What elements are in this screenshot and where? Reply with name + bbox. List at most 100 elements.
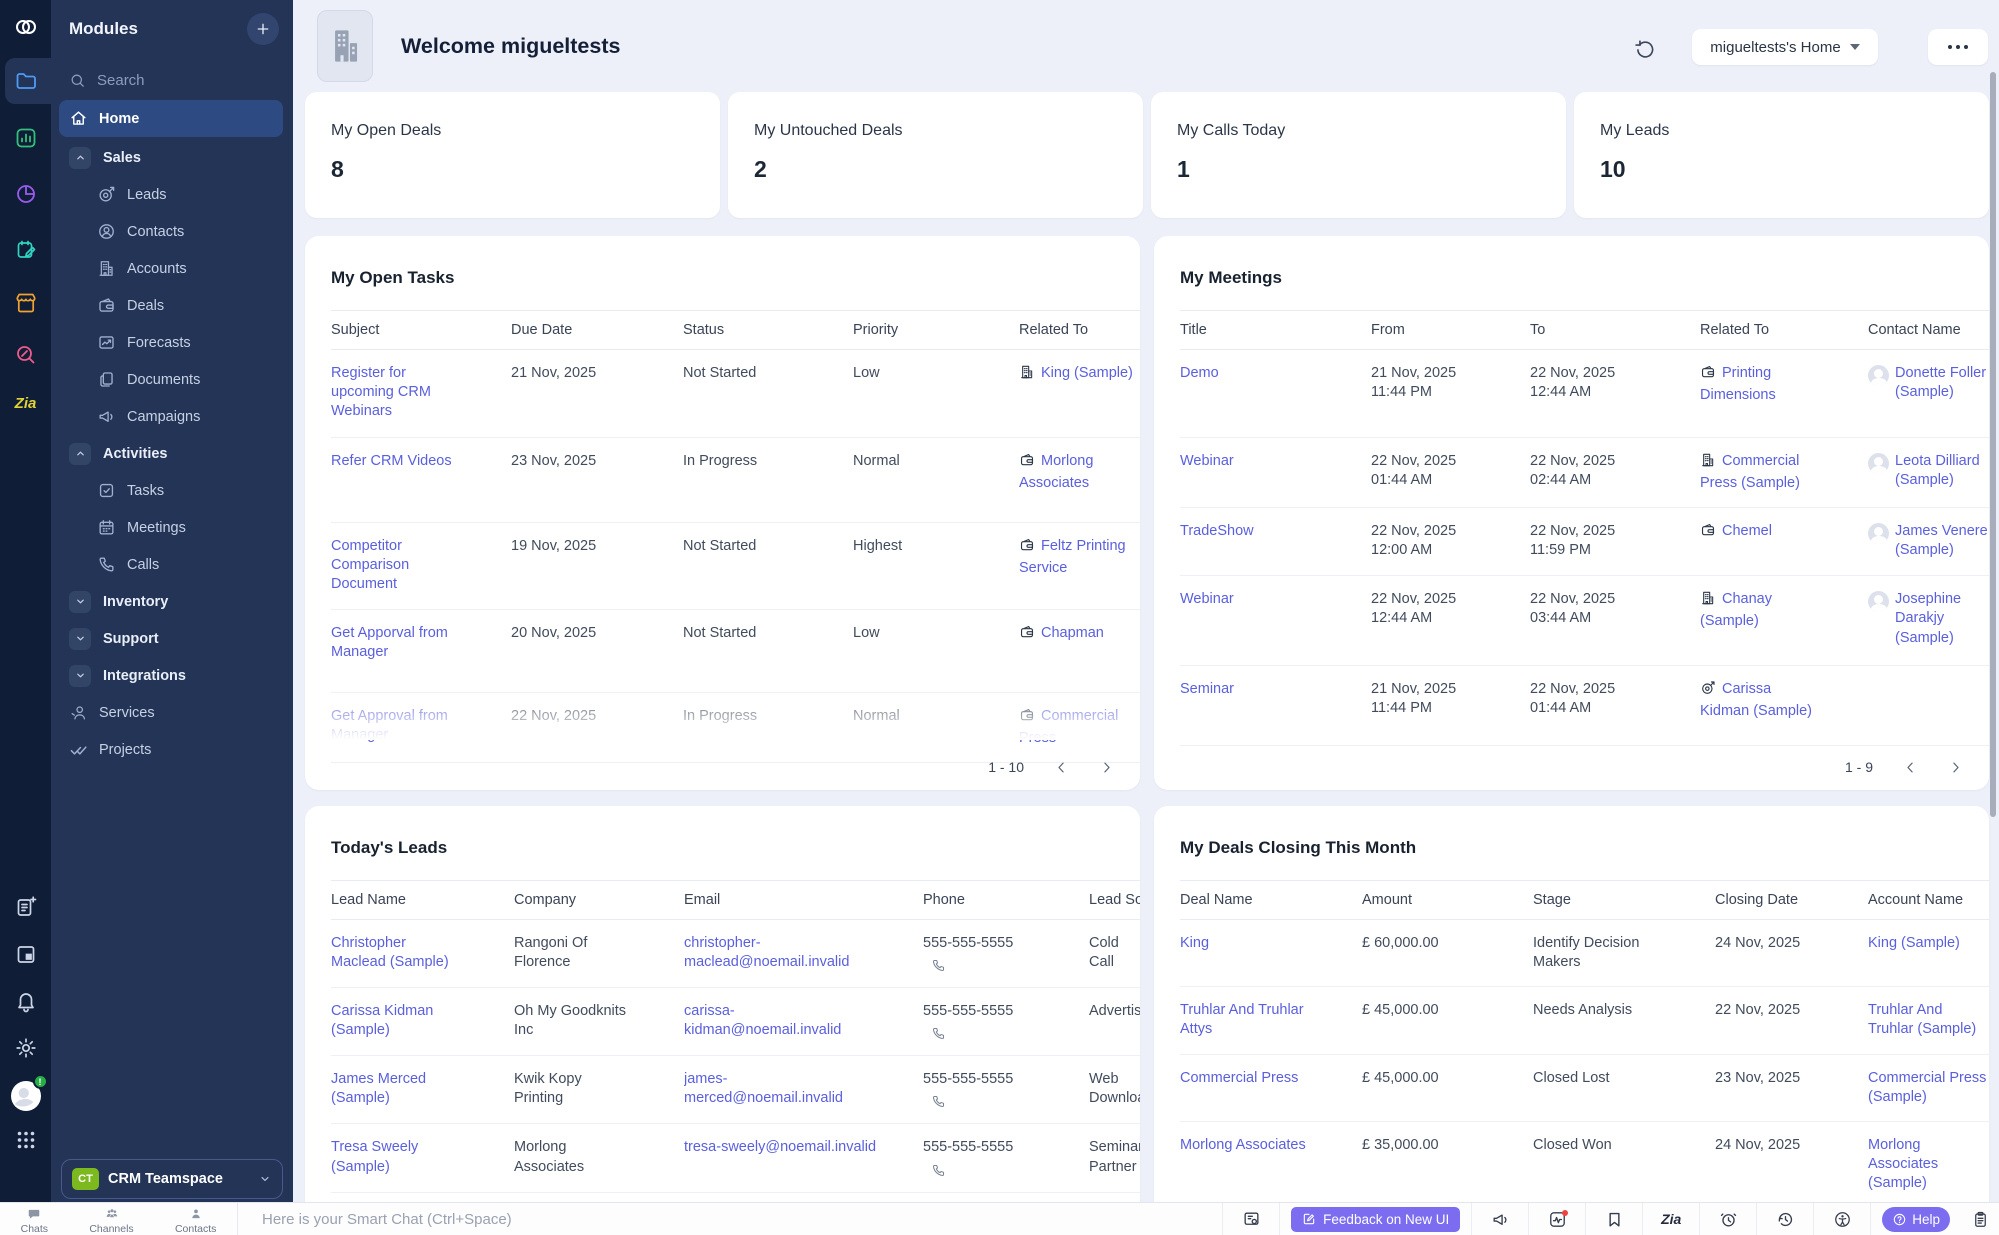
settings-gear-icon[interactable] [14, 1036, 38, 1060]
phone-icon[interactable] [931, 1026, 1045, 1041]
tab-channels[interactable]: Channels [89, 1207, 133, 1235]
meeting-link[interactable]: Demo [1180, 365, 1219, 381]
recent-history-icon[interactable] [1756, 1203, 1813, 1235]
next-page-button[interactable] [1099, 760, 1114, 775]
vertical-scrollbar[interactable] [1990, 72, 1996, 817]
email-link[interactable]: james-merced@noemail.invalid [684, 1071, 843, 1106]
reports-pie-icon[interactable] [14, 182, 38, 206]
sidebar-item-calls[interactable]: Calls [51, 546, 293, 583]
reminders-alarm-icon[interactable] [1699, 1203, 1756, 1235]
zia-icon[interactable]: Zia [15, 395, 37, 419]
email-link[interactable]: tresa-sweely@noemail.invalid [684, 1139, 876, 1155]
task-link[interactable]: Register for upcoming CRM Webinars [331, 365, 431, 419]
screen-share-icon[interactable] [1222, 1203, 1279, 1235]
notes-icon[interactable] [14, 238, 38, 262]
account-link[interactable]: King (Sample) [1868, 935, 1960, 951]
table-row[interactable]: Demo 21 Nov, 202511:44 PM 22 Nov, 202512… [1180, 350, 1989, 438]
related-link[interactable]: King (Sample) [1041, 365, 1133, 381]
table-row[interactable]: Commercial Press £ 45,000.00 Closed Lost… [1180, 1055, 1989, 1122]
meeting-link[interactable]: Webinar [1180, 453, 1234, 469]
chevron-down-icon[interactable] [69, 628, 91, 650]
lead-link[interactable]: Tresa Sweely (Sample) [331, 1139, 418, 1174]
table-row[interactable]: Webinar 22 Nov, 202512:44 AM 22 Nov, 202… [1180, 576, 1989, 666]
account-link[interactable]: Truhlar And Truhlar (Sample) [1868, 1002, 1976, 1037]
table-row[interactable]: Register for upcoming CRM Webinars 21 No… [331, 350, 1140, 438]
prev-page-button[interactable] [1903, 760, 1918, 775]
contact-link[interactable]: Josephine Darakjy (Sample) [1895, 590, 1989, 647]
table-row[interactable]: Morlong Associates £ 35,000.00 Closed Wo… [1180, 1122, 1989, 1208]
tab-contacts[interactable]: Contacts [175, 1207, 216, 1235]
refresh-icon[interactable] [1634, 38, 1656, 60]
table-row[interactable]: Christopher Maclead (Sample) Rangoni Of … [331, 920, 1140, 988]
help-button[interactable]: Help [1882, 1207, 1950, 1232]
sidebar-item-projects[interactable]: Projects [51, 731, 293, 768]
related-link[interactable]: Chapman [1041, 625, 1104, 641]
clipboard-icon[interactable] [1961, 1203, 1999, 1235]
accessibility-icon[interactable] [1813, 1203, 1870, 1235]
table-row[interactable]: Truhlar And Truhlar Attys £ 45,000.00 Ne… [1180, 987, 1989, 1054]
table-row[interactable]: Competitor Comparison Document 19 Nov, 2… [331, 523, 1140, 610]
meeting-link[interactable]: TradeShow [1180, 523, 1254, 539]
related-link[interactable]: Chemel [1722, 523, 1772, 539]
related-link[interactable]: Carissa Kidman (Sample) [1700, 681, 1812, 719]
teamspace-selector[interactable]: CT CRM Teamspace [61, 1159, 283, 1199]
activity-pulse-icon[interactable] [1528, 1203, 1585, 1235]
email-link[interactable]: christopher-maclead@noemail.invalid [684, 935, 849, 970]
home-view-selector[interactable]: migueltests's Home [1692, 29, 1878, 65]
table-row[interactable]: King £ 60,000.00 Identify Decision Maker… [1180, 920, 1989, 987]
stat-card-untouched-deals[interactable]: My Untouched Deals 2 [728, 92, 1143, 218]
email-link[interactable]: carissa-kidman@noemail.invalid [684, 1003, 841, 1038]
stat-card-my-leads[interactable]: My Leads 10 [1574, 92, 1989, 218]
contact-link[interactable]: Donette Foller (Sample) [1895, 364, 1989, 402]
sidebar-item-deals[interactable]: Deals [51, 287, 293, 324]
zoom-search-icon[interactable] [14, 343, 38, 367]
lead-link[interactable]: Carissa Kidman (Sample) [331, 1003, 433, 1038]
chevron-up-icon[interactable] [69, 443, 91, 465]
contact-link[interactable]: James Venere (Sample) [1895, 522, 1989, 560]
sidebar-section-activities[interactable]: Activities [51, 435, 293, 472]
bookmark-tag-icon[interactable] [1585, 1203, 1642, 1235]
table-row[interactable]: TradeShow 22 Nov, 202512:00 AM 22 Nov, 2… [1180, 508, 1989, 576]
task-link[interactable]: Competitor Comparison Document [331, 538, 409, 592]
table-row[interactable]: James Merced (Sample) Kwik Kopy Printing… [331, 1056, 1140, 1124]
deal-link[interactable]: Truhlar And Truhlar Attys [1180, 1002, 1304, 1037]
more-options-button[interactable] [1928, 29, 1988, 65]
account-link[interactable]: Commercial Press (Sample) [1868, 1070, 1986, 1105]
add-module-button[interactable] [247, 13, 279, 45]
modules-folder-icon[interactable] [14, 69, 38, 93]
compose-note-icon[interactable] [14, 895, 38, 919]
deal-link[interactable]: Morlong Associates [1180, 1137, 1306, 1153]
table-row[interactable]: Webinar 22 Nov, 202501:44 AM 22 Nov, 202… [1180, 438, 1989, 508]
sidebar-item-contacts[interactable]: Contacts [51, 213, 293, 250]
sidebar-item-home[interactable]: Home [59, 100, 283, 137]
meeting-link[interactable]: Seminar [1180, 681, 1234, 697]
task-link[interactable]: Refer CRM Videos [331, 453, 452, 469]
sidebar-item-forecasts[interactable]: Forecasts [51, 324, 293, 361]
meeting-link[interactable]: Webinar [1180, 591, 1234, 607]
chevron-down-icon[interactable] [69, 665, 91, 687]
search-input[interactable] [95, 71, 255, 90]
analytics-icon[interactable] [14, 126, 38, 150]
sidebar-item-services[interactable]: Services [51, 694, 293, 731]
sidebar-search[interactable] [69, 71, 275, 90]
sidebar-item-campaigns[interactable]: Campaigns [51, 398, 293, 435]
stat-card-calls-today[interactable]: My Calls Today 1 [1151, 92, 1566, 218]
user-avatar[interactable]: ! [8, 1078, 44, 1114]
zoho-logo-icon[interactable] [14, 15, 38, 39]
sidebar-section-sales[interactable]: Sales [51, 139, 293, 176]
chevron-up-icon[interactable] [69, 147, 91, 169]
sidebar-section-integrations[interactable]: Integrations [51, 657, 293, 694]
announcements-megaphone-icon[interactable] [1471, 1203, 1528, 1235]
notifications-bell-icon[interactable] [14, 989, 38, 1013]
phone-icon[interactable] [931, 1094, 1045, 1109]
table-row[interactable]: Refer CRM Videos 23 Nov, 2025In Progress… [331, 438, 1140, 523]
marketplace-icon[interactable] [14, 291, 38, 315]
sidebar-item-accounts[interactable]: Accounts [51, 250, 293, 287]
phone-icon[interactable] [931, 958, 1045, 973]
phone-icon[interactable] [931, 1163, 1045, 1178]
task-link[interactable]: Get Apporval from Manager [331, 625, 448, 660]
deal-link[interactable]: Commercial Press [1180, 1070, 1298, 1086]
lead-link[interactable]: James Merced (Sample) [331, 1071, 426, 1106]
account-link[interactable]: Morlong Associates (Sample) [1868, 1137, 1938, 1191]
stat-card-open-deals[interactable]: My Open Deals 8 [305, 92, 720, 218]
